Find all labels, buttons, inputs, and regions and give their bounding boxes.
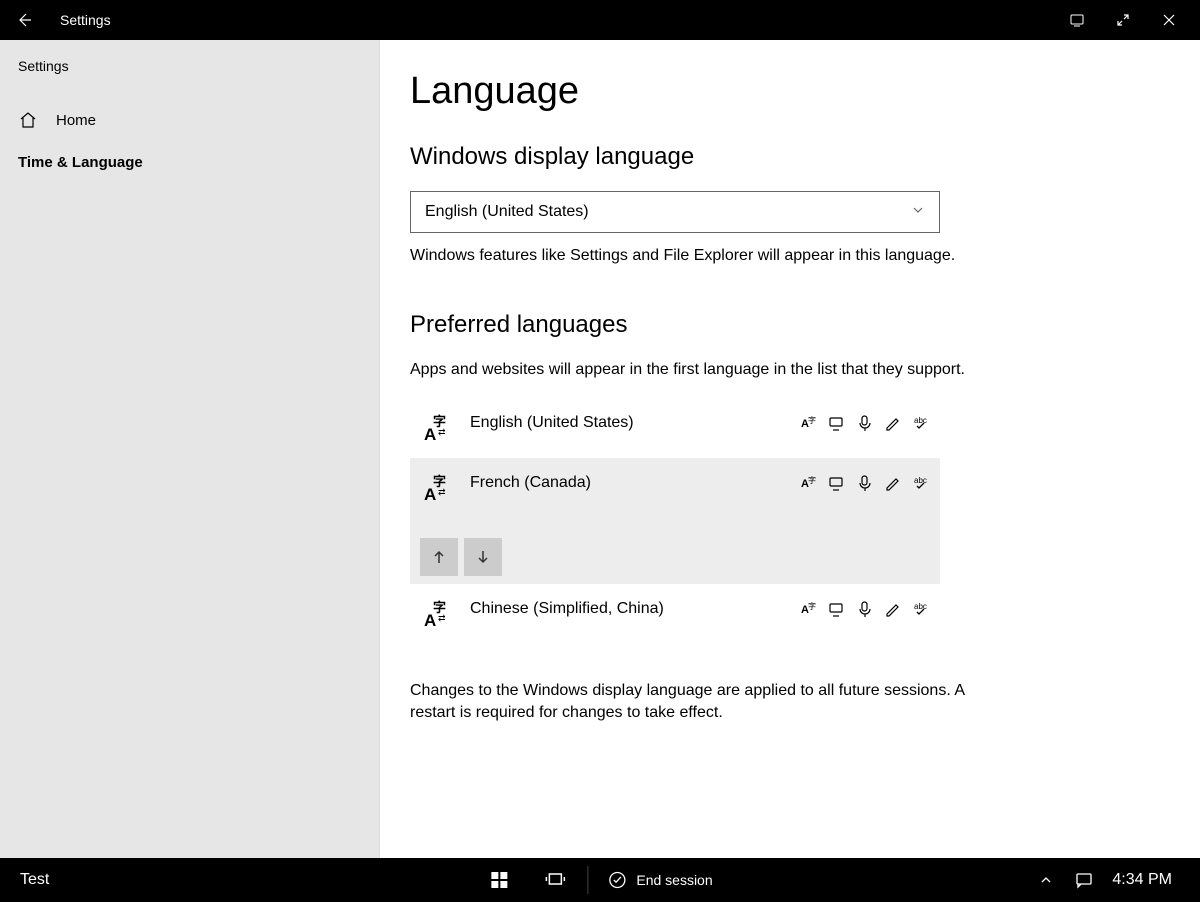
move-up-button[interactable]: [420, 538, 458, 576]
taskbar-label: Test: [20, 871, 49, 889]
move-down-button[interactable]: [464, 538, 502, 576]
speech-icon: [856, 474, 874, 492]
spellcheck-icon: abc: [912, 474, 930, 492]
language-features: A字 abc: [800, 472, 930, 492]
close-icon: [1162, 13, 1176, 27]
spellcheck-icon: abc: [912, 414, 930, 432]
taskbar: Test End session 4:34 PM: [0, 858, 1200, 902]
sidebar-item-home[interactable]: Home: [0, 98, 379, 142]
close-button[interactable]: [1146, 0, 1192, 40]
language-name: English (United States): [470, 412, 782, 432]
speech-icon: [856, 600, 874, 618]
sidebar-item-time-language[interactable]: Time & Language: [0, 142, 379, 183]
svg-text:⇄: ⇄: [438, 487, 446, 497]
cast-icon: [1069, 12, 1085, 28]
language-features: A字 abc: [800, 412, 930, 432]
handwriting-icon: [884, 414, 902, 432]
footer-note: Changes to the Windows display language …: [410, 680, 970, 725]
chevron-up-icon: [1039, 873, 1053, 887]
text-to-speech-icon: [828, 414, 846, 432]
svg-text:abc: abc: [914, 416, 927, 425]
window-title: Settings: [60, 12, 111, 28]
language-glyph-icon: 字A⇄: [420, 598, 452, 630]
sidebar-item-label: Home: [56, 112, 96, 129]
language-item-chinese[interactable]: 字A⇄ Chinese (Simplified, China) A字 abc: [410, 584, 940, 644]
display-language-help: Windows features like Settings and File …: [410, 245, 970, 267]
svg-text:字: 字: [808, 601, 816, 611]
task-view-icon: [544, 871, 566, 889]
language-name: Chinese (Simplified, China): [470, 598, 782, 618]
language-item-french[interactable]: 字A⇄ French (Canada) A字 abc: [410, 458, 940, 584]
end-session-button[interactable]: End session: [592, 858, 728, 902]
text-to-speech-icon: [828, 600, 846, 618]
svg-text:A: A: [424, 611, 436, 629]
sidebar-item-label: Time & Language: [18, 154, 143, 171]
maximize-button[interactable]: [1100, 0, 1146, 40]
back-button[interactable]: [8, 4, 40, 36]
sidebar: Settings Home Time & Language: [0, 40, 380, 858]
chevron-down-icon: [911, 203, 925, 222]
display-language-dropdown[interactable]: English (United States): [410, 191, 940, 233]
display-language-icon: A字: [800, 600, 818, 618]
tray-expand-button[interactable]: [1028, 858, 1064, 902]
start-button[interactable]: [471, 858, 527, 902]
svg-text:字: 字: [808, 415, 816, 425]
sidebar-header: Settings: [0, 58, 379, 98]
display-language-icon: A字: [800, 414, 818, 432]
svg-text:A: A: [424, 425, 436, 443]
home-icon: [18, 110, 38, 130]
arrow-up-icon: [431, 549, 447, 565]
preferred-language-list: 字A⇄ English (United States) A字 abc: [410, 398, 940, 644]
text-to-speech-icon: [828, 474, 846, 492]
main-content: Language Windows display language Englis…: [380, 40, 1200, 858]
cast-button[interactable]: [1054, 0, 1100, 40]
handwriting-icon: [884, 600, 902, 618]
display-language-icon: A字: [800, 474, 818, 492]
dropdown-value: English (United States): [425, 203, 589, 221]
section-preferred-title: Preferred languages: [410, 311, 1140, 339]
notifications-button[interactable]: [1064, 858, 1104, 902]
language-glyph-icon: 字A⇄: [420, 472, 452, 504]
content-area: Settings Home Time & Language Language W…: [0, 40, 1200, 858]
speech-icon: [856, 414, 874, 432]
svg-text:字: 字: [808, 475, 816, 485]
handwriting-icon: [884, 474, 902, 492]
svg-text:⇄: ⇄: [438, 427, 446, 437]
preferred-help: Apps and websites will appear in the fir…: [410, 359, 970, 381]
task-view-button[interactable]: [527, 858, 583, 902]
end-session-label: End session: [636, 872, 712, 888]
svg-text:⇄: ⇄: [438, 613, 446, 623]
maximize-icon: [1116, 13, 1130, 27]
windows-icon: [490, 871, 508, 889]
svg-text:abc: abc: [914, 602, 927, 611]
language-item-english[interactable]: 字A⇄ English (United States) A字 abc: [410, 398, 940, 458]
notification-icon: [1075, 871, 1093, 889]
arrow-left-icon: [16, 12, 32, 28]
svg-text:A: A: [424, 485, 436, 503]
language-name: French (Canada): [470, 472, 782, 492]
section-display-language-title: Windows display language: [410, 143, 1140, 171]
page-title: Language: [410, 70, 1140, 113]
window-titlebar: Settings: [0, 0, 1200, 40]
checkmark-circle-icon: [608, 871, 626, 889]
taskbar-clock[interactable]: 4:34 PM: [1104, 871, 1180, 889]
language-glyph-icon: 字A⇄: [420, 412, 452, 444]
taskbar-divider: [587, 866, 588, 894]
spellcheck-icon: abc: [912, 600, 930, 618]
language-features: A字 abc: [800, 598, 930, 618]
arrow-down-icon: [475, 549, 491, 565]
svg-text:abc: abc: [914, 476, 927, 485]
